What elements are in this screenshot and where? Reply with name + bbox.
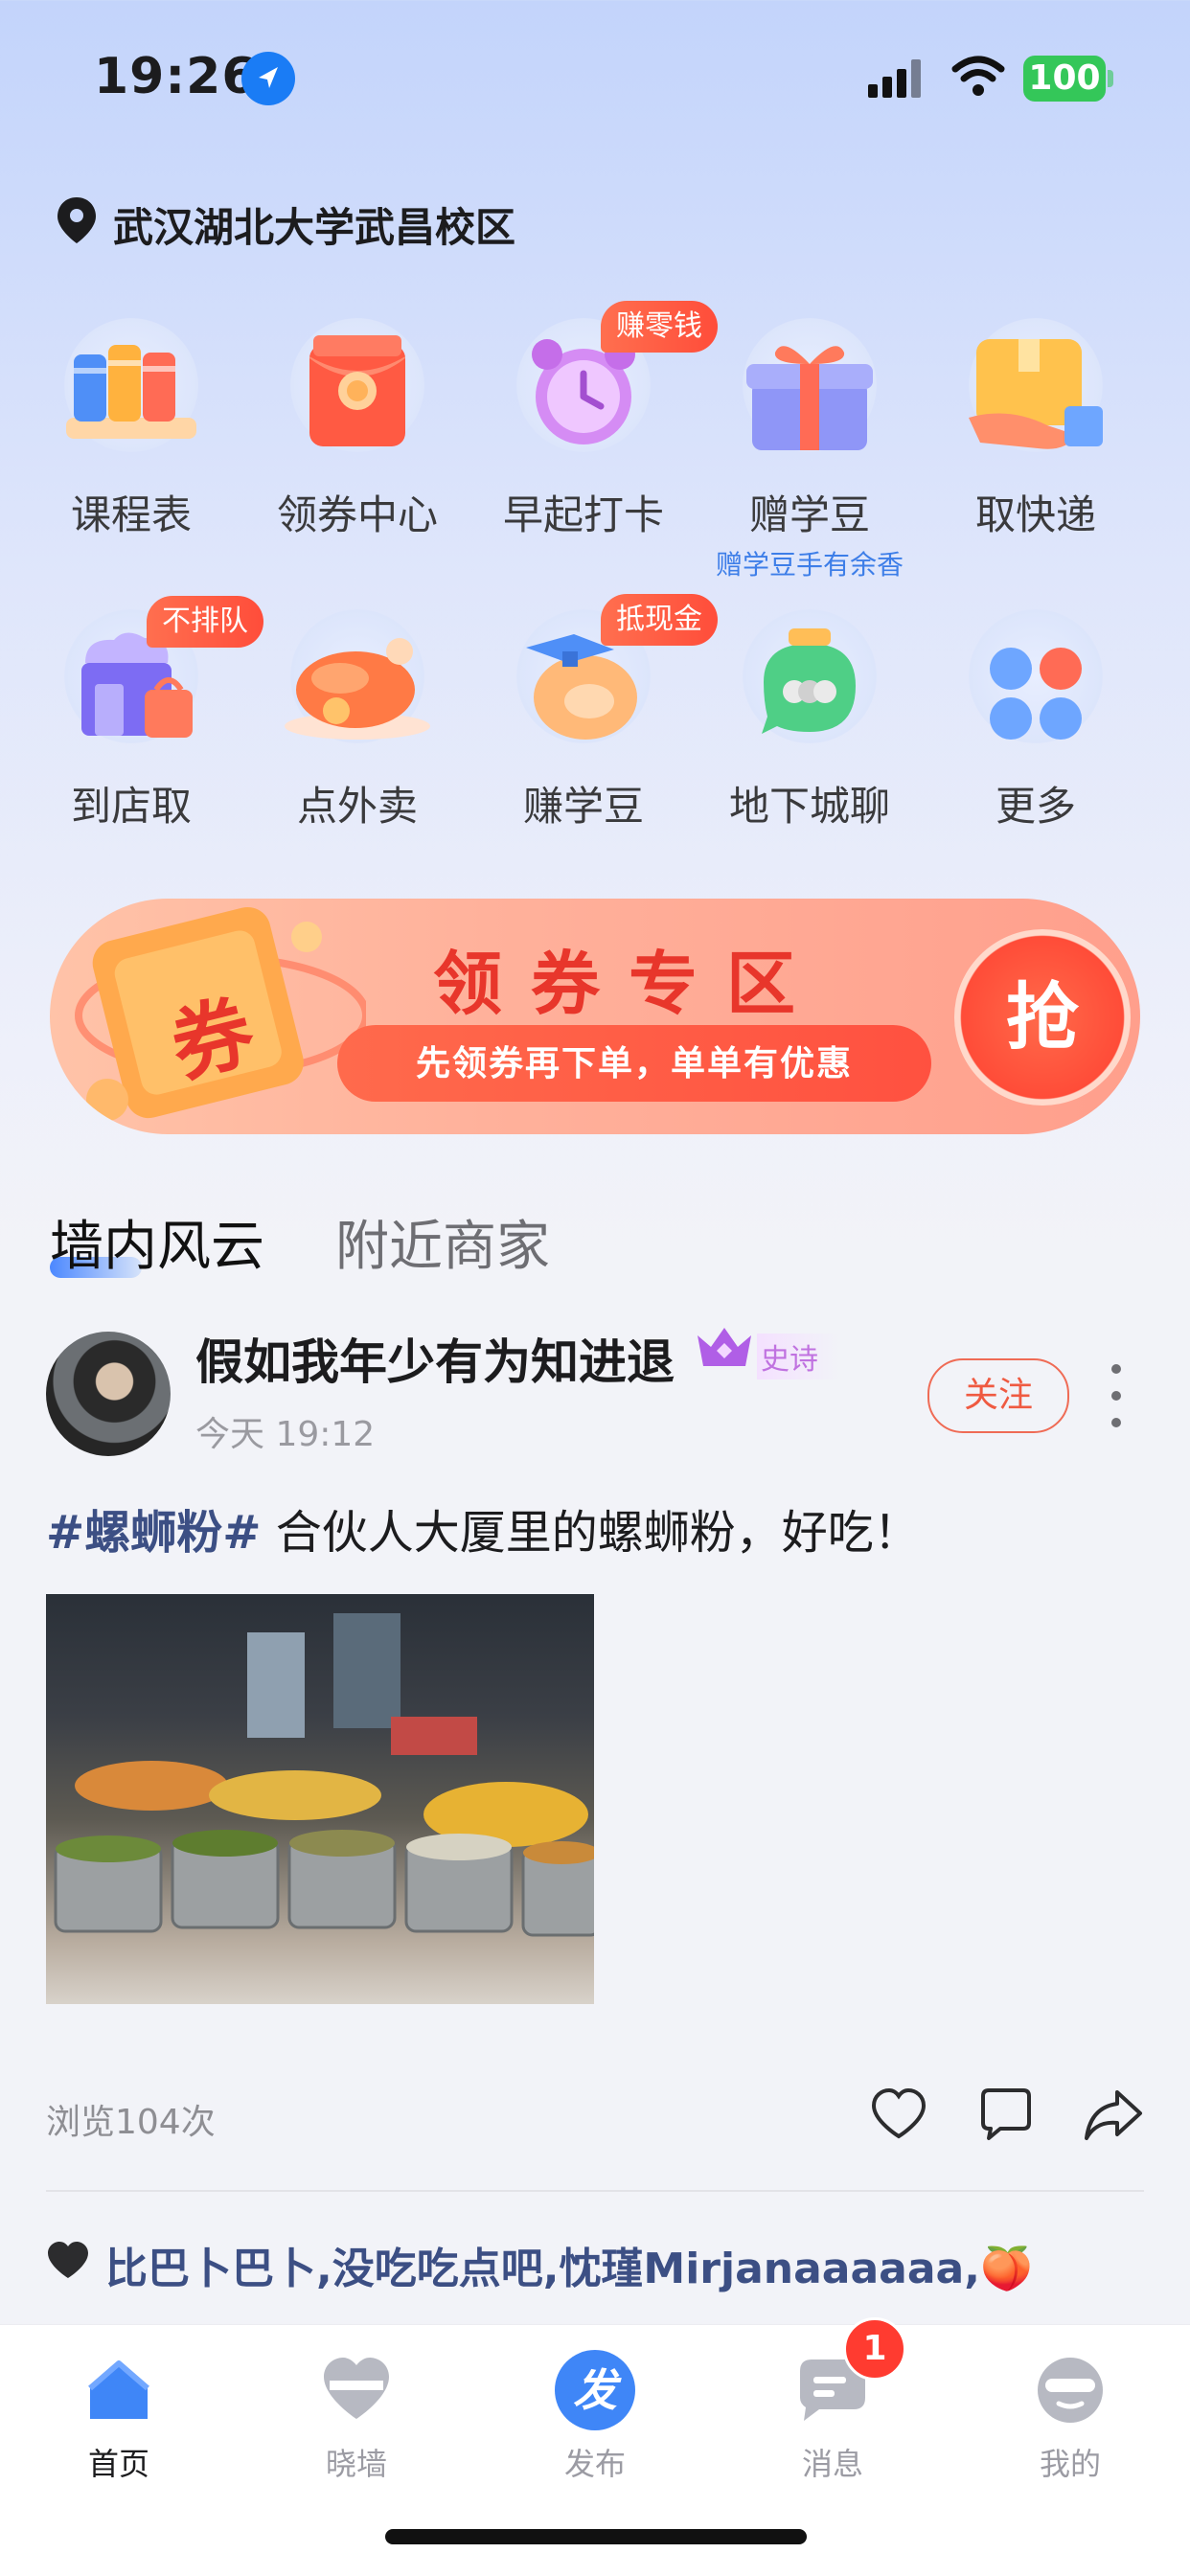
grid-item-gift-beans[interactable]: 赠学豆 赠学豆手有余香 xyxy=(697,318,923,581)
post-divider xyxy=(46,2190,1144,2192)
cellular-signal-icon xyxy=(868,59,926,98)
tab-label: 首页 xyxy=(87,2446,149,2482)
grid-label: 赚学豆 xyxy=(522,783,644,830)
grid-label: 早起打卡 xyxy=(502,491,664,538)
location-pin-icon[interactable] xyxy=(56,195,98,249)
tab-xiaoqiang[interactable]: 晓墙 xyxy=(280,2346,433,2482)
post-time: 今天 19:12 xyxy=(195,1415,376,1454)
home-icon xyxy=(88,2360,149,2419)
publish-icon: 发 xyxy=(555,2350,635,2430)
tab-publish[interactable]: 发 发布 xyxy=(518,2346,672,2482)
wall-heart-icon xyxy=(324,2358,389,2419)
chat-bag-icon xyxy=(762,628,856,734)
grid-item-pickup-parcel[interactable]: 取快递 xyxy=(923,318,1149,567)
home-indicator xyxy=(385,2529,807,2544)
follow-button[interactable]: 关注 xyxy=(927,1358,1069,1433)
battery-cap xyxy=(1108,70,1113,87)
grab-button[interactable]: 抢 xyxy=(954,929,1131,1106)
grid-item-coupon-center[interactable]: 领券中心 xyxy=(244,318,470,567)
tab-label: 我的 xyxy=(1039,2446,1101,2482)
likes-heart-icon xyxy=(48,2242,88,2278)
rank-crown-icon xyxy=(698,1328,751,1366)
post-image[interactable] xyxy=(46,1594,594,2004)
battery-indicator: 100 xyxy=(1023,56,1106,102)
tab-nearby-merchants[interactable]: 附近商家 xyxy=(335,1203,550,1281)
more-options-icon[interactable] xyxy=(1104,1360,1127,1431)
grid-item-more[interactable]: 更多 xyxy=(923,609,1149,858)
books-icon xyxy=(66,345,196,439)
more-apps-icon xyxy=(990,648,1082,740)
grid-item-earn-beans[interactable]: 赚学豆 抵现金 xyxy=(470,594,718,858)
grid-item-takeout[interactable]: 点外卖 xyxy=(244,609,470,858)
grid-label: 课程表 xyxy=(70,491,192,538)
avatar[interactable] xyxy=(46,1332,171,1456)
profile-face-icon xyxy=(1038,2358,1103,2423)
grid-label: 地下城聊 xyxy=(728,783,890,830)
banner-title: 领券专区 xyxy=(433,943,825,1024)
grid-sublabel: 赠学豆手有余香 xyxy=(715,549,904,581)
tab-campus-wall[interactable]: 墙内风云 xyxy=(50,1203,264,1281)
tab-label: 发布 xyxy=(563,2446,626,2482)
grid-label: 到店取 xyxy=(70,783,192,830)
post-content: #螺蛳粉# 合伙人大厦里的螺蛳粉，好吃！ xyxy=(46,1494,920,1562)
wifi-icon xyxy=(951,56,1005,102)
grid-label: 赠学豆 xyxy=(748,491,870,538)
tab-label: 晓墙 xyxy=(325,2446,387,2482)
comment-icon[interactable] xyxy=(975,2085,1037,2146)
view-count: 浏览104次 xyxy=(46,2103,216,2142)
rank-label: 史诗 xyxy=(757,1334,839,1379)
campus-location[interactable]: 武汉湖北大学武昌校区 xyxy=(113,195,515,254)
grid-label: 领券中心 xyxy=(276,491,438,538)
tab-profile[interactable]: 我的 xyxy=(994,2346,1147,2482)
gift-box-icon xyxy=(746,346,873,450)
grid-item-schedule[interactable]: 课程表 xyxy=(18,318,244,567)
grid-item-dungeon-chat[interactable]: 地下城聊 xyxy=(697,609,923,858)
location-services-icon xyxy=(241,52,295,105)
red-envelope-icon xyxy=(309,335,405,446)
tab-label: 消息 xyxy=(801,2446,863,2482)
post-text: 合伙人大厦里的螺蛳粉，好吃！ xyxy=(261,1506,920,1560)
roast-chicken-icon xyxy=(285,638,430,740)
coupon-zone-banner[interactable]: 券 领券专区 先领券再下单，单单有优惠 抢 xyxy=(50,899,1140,1134)
banner-subtitle: 先领券再下单，单单有优惠 xyxy=(337,1025,931,1102)
like-heart-icon[interactable] xyxy=(868,2085,929,2146)
post-hashtag[interactable]: #螺蛳粉# xyxy=(46,1506,261,1560)
tab-home[interactable]: 首页 xyxy=(42,2346,195,2482)
status-time: 19:26 xyxy=(94,48,258,105)
message-count-badge: 1 xyxy=(843,2317,906,2381)
post-user-name[interactable]: 假如我年少有为知进退 xyxy=(195,1324,675,1393)
share-icon[interactable] xyxy=(1083,2085,1144,2146)
food-stall-photo xyxy=(54,1613,594,1937)
grid-label: 更多 xyxy=(995,783,1076,830)
grid-item-in-store-pickup[interactable]: 到店取 不排队 xyxy=(18,596,263,858)
grid-item-early-checkin[interactable]: 早起打卡 赚零钱 xyxy=(470,301,718,567)
parcel-hand-icon xyxy=(969,339,1103,449)
grid-label: 取快递 xyxy=(974,491,1096,538)
grid-label: 点外卖 xyxy=(296,783,418,830)
likes-list[interactable]: 比巴卜巴卜,没吃吃点吧,忱瑾Mirjanaaaaaa,🍑 xyxy=(105,2234,1033,2295)
